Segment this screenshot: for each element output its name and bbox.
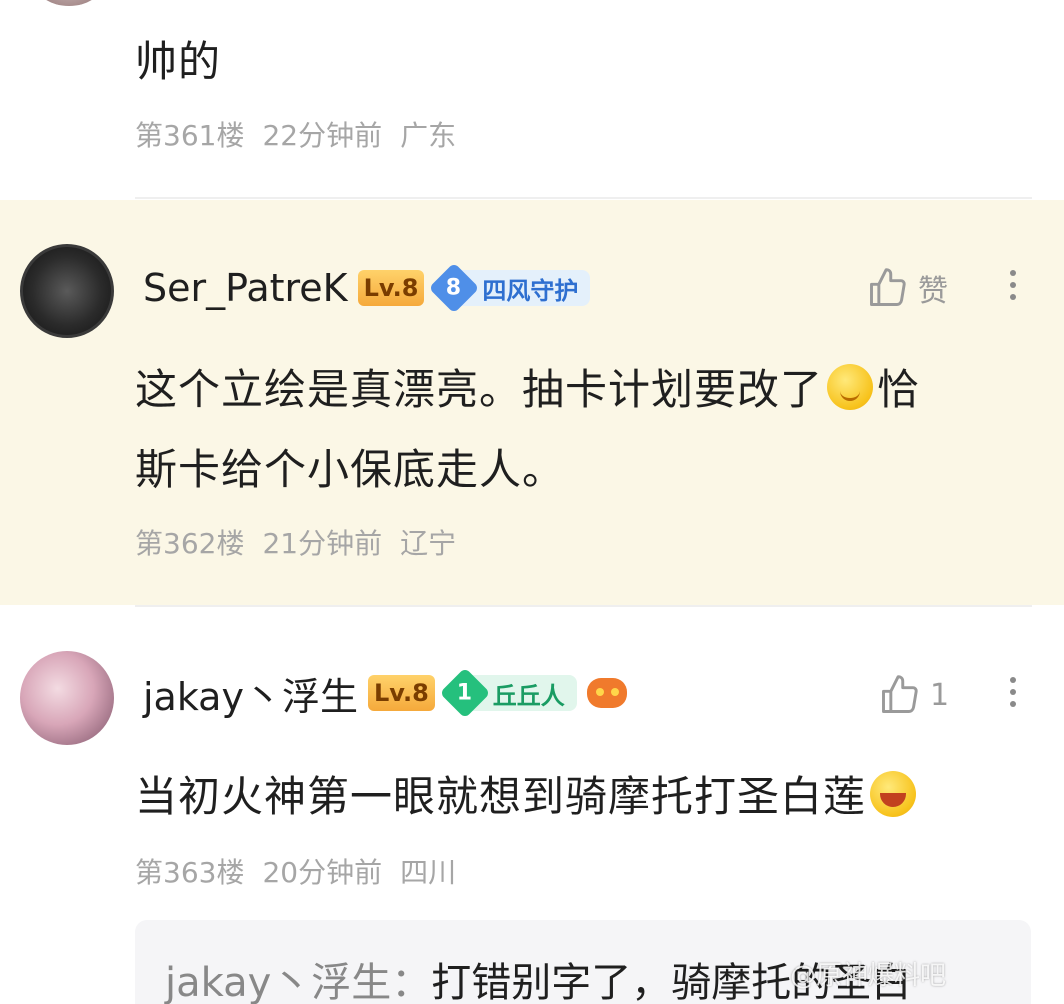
- comment-361: 帅的 第361楼 22分钟前 广东: [0, 0, 1064, 198]
- comment-text: 当初火神第一眼就想到骑摩托打圣白莲: [135, 772, 867, 821]
- thumbs-up-icon: [882, 675, 918, 713]
- comment-location: 辽宁: [400, 527, 457, 560]
- comment-text-line2: 斯卡给个小保底走人。: [135, 445, 566, 494]
- gamepad-icon: [586, 678, 627, 708]
- comment-meta: 第361楼 22分钟前 广东: [135, 114, 474, 154]
- laugh-emoji-icon: [870, 771, 917, 817]
- avatar[interactable]: [20, 244, 114, 338]
- fan-badge-title: 四风守护: [482, 276, 579, 305]
- watermark: @原神爆料吧: [790, 961, 947, 991]
- comment-meta: 第363楼 20分钟前 四川: [135, 851, 474, 891]
- comment-content: 帅的: [135, 37, 222, 86]
- more-vertical-icon[interactable]: [1008, 671, 1018, 713]
- comment-time: 21分钟前: [262, 527, 383, 560]
- smile-emoji-icon: [827, 364, 874, 410]
- avatar[interactable]: [20, 651, 114, 745]
- fan-badge[interactable]: 1 丘丘人: [439, 667, 577, 719]
- floor-number: 第362楼: [135, 527, 245, 560]
- reply-author[interactable]: jakay丶浮生：: [165, 960, 431, 1004]
- comment-text-tail: 恰: [877, 365, 921, 414]
- like-count: 1: [930, 677, 950, 713]
- fan-level-icon: 1: [439, 667, 491, 719]
- comment-location: 四川: [400, 856, 457, 889]
- fan-badge[interactable]: 8 四风守护: [428, 262, 591, 314]
- username[interactable]: Ser_PatreK: [143, 266, 348, 310]
- more-vertical-icon[interactable]: [1008, 264, 1018, 306]
- comment-meta: 第362楼 21分钟前 辽宁: [135, 522, 474, 562]
- username[interactable]: jakay丶浮生: [143, 666, 358, 721]
- divider: [135, 197, 1032, 199]
- like-button[interactable]: 赞: [866, 266, 948, 310]
- level-badge: Lv.8: [357, 270, 425, 306]
- user-row: Ser_PatreK Lv.8 8 四风守护: [143, 262, 591, 314]
- comment-content: 当初火神第一眼就想到骑摩托打圣白莲: [135, 757, 1015, 837]
- like-label: 赞: [918, 274, 948, 309]
- comment-362: Ser_PatreK Lv.8 8 四风守护 赞 这个立绘是真漂亮。抽卡计划要改…: [0, 200, 1064, 605]
- like-button[interactable]: 1: [878, 673, 949, 717]
- fan-badge-title: 丘丘人: [492, 681, 565, 710]
- floor-number: 第363楼: [135, 856, 245, 889]
- comment-text-line1: 这个立绘是真漂亮。抽卡计划要改了: [135, 365, 824, 414]
- user-row: jakay丶浮生 Lv.8 1 丘丘人: [143, 667, 627, 719]
- fan-level-icon: 8: [428, 262, 480, 314]
- floor-number: 第361楼: [135, 119, 245, 152]
- comment-time: 22分钟前: [262, 119, 383, 152]
- level-badge: Lv.8: [367, 675, 435, 711]
- comment-location: 广东: [400, 119, 457, 152]
- comment-time: 20分钟前: [262, 856, 383, 889]
- comment-content: 这个立绘是真漂亮。抽卡计划要改了 恰 斯卡给个小保底走人。: [135, 350, 1015, 510]
- thumbs-up-icon: [870, 268, 906, 306]
